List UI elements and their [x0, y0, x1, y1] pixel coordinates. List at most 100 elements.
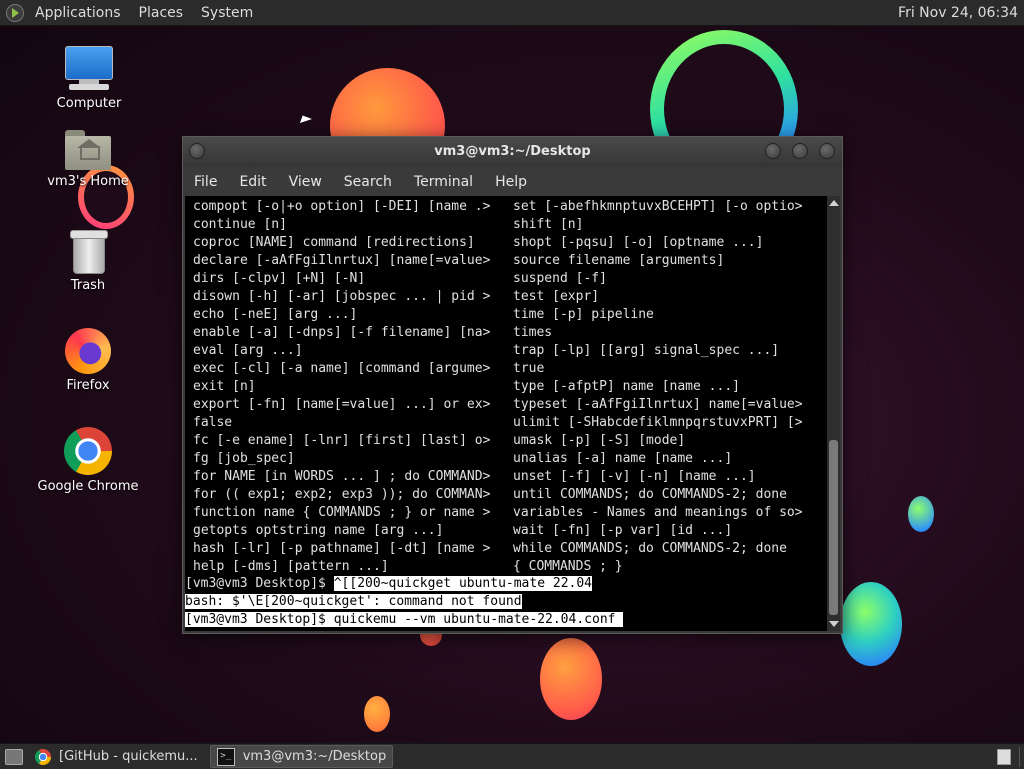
panel-separator [1019, 746, 1020, 767]
desktop-icon-label: Trash [70, 278, 106, 293]
minimize-button[interactable] [765, 143, 781, 159]
help-entry-left: exec [-cl] [-a name] [command [argume> [193, 361, 491, 376]
help-entry-left: false [193, 415, 233, 430]
menu-view[interactable]: View [278, 174, 333, 190]
desktop-icon-firefox[interactable]: Firefox [33, 328, 143, 393]
chrome-icon [64, 427, 112, 475]
help-entry-right: { COMMANDS ; } [513, 559, 623, 574]
desktop-icon-trash[interactable]: Trash [33, 230, 143, 293]
terminal-line: enable [-a] [-dnps] [-f filename] [na> ti… [193, 324, 827, 342]
terminal-line: hash [-lr] [-p pathname] [-dt] [name > wh… [193, 540, 827, 558]
terminal-line: compopt [-o|+o option] [-DEI] [name .> se… [193, 198, 827, 216]
help-entry-right: ulimit [-SHabcdefiklmnpqrstuvxPRT] [> [513, 415, 803, 430]
help-entry-right: unalias [-a] name [name ...] [513, 451, 733, 466]
help-entry-right: time [-p] pipeline [513, 307, 654, 322]
terminal-line: export [-fn] [name[=value] ...] or ex> ty… [193, 396, 827, 414]
help-entry-right: set [-abefhkmnptuvxBCEHPT] [-o optio> [513, 199, 803, 214]
help-listing: compopt [-o|+o option] [-DEI] [name .> se… [193, 198, 827, 576]
terminal-line: fg [job_spec] unalias [-a] name [name ...… [193, 450, 827, 468]
terminal-menubar: File Edit View Search Terminal Help [183, 167, 842, 196]
terminal-line: eval [arg ...] trap [-lp] [[arg] signal_s… [193, 342, 827, 360]
desktop-icon-label: Google Chrome [37, 479, 139, 494]
taskbar-item-terminal[interactable]: >_ vm3@vm3:~/Desktop [209, 745, 394, 768]
terminal-line: for (( exp1; exp2; exp3 )); do COMMAN> un… [193, 486, 827, 504]
menu-search[interactable]: Search [333, 174, 403, 190]
desktop-icon-chrome[interactable]: Google Chrome [33, 427, 143, 494]
workspace-switcher[interactable] [997, 748, 1011, 765]
menu-places[interactable]: Places [130, 5, 193, 21]
help-entry-right: type [-afptP] name [name ...] [513, 379, 740, 394]
wallpaper-shape [840, 582, 902, 666]
help-entry-left: echo [-neE] [arg ...] [193, 307, 358, 322]
top-panel: Applications Places System Fri Nov 24, 0… [0, 0, 1024, 26]
terminal-line: disown [-h] [-ar] [jobspec ... | pid > te… [193, 288, 827, 306]
bottom-panel: [GitHub - quickemu... >_ vm3@vm3:~/Deskt… [0, 743, 1024, 769]
terminal-scrollbar[interactable] [827, 196, 840, 631]
desktop-icon-computer[interactable]: Computer [34, 46, 144, 111]
menu-applications[interactable]: Applications [26, 5, 130, 21]
terminal-line: [vm3@vm3 Desktop]$ ^[[200~quickget ubunt… [185, 575, 827, 593]
home-folder-icon [65, 130, 111, 170]
show-desktop-icon[interactable] [5, 748, 23, 765]
help-entry-left: enable [-a] [-dnps] [-f filename] [na> [193, 325, 491, 340]
menu-edit[interactable]: Edit [228, 174, 277, 190]
help-entry-right: umask [-p] [-S] [mode] [513, 433, 686, 448]
scroll-up-icon[interactable] [829, 200, 839, 206]
help-entry-right: times [513, 325, 553, 340]
help-entry-left: for NAME [in WORDS ... ] ; do COMMAND> [193, 469, 491, 484]
help-entry-left: dirs [-clpv] [+N] [-N] [193, 271, 366, 286]
help-entry-right: variables - Names and meanings of so> [513, 505, 803, 520]
terminal-line: help [-dms] [pattern ...] { COMMANDS ; } [193, 558, 827, 576]
help-entry-left: fc [-e ename] [-lnr] [first] [last] o> [193, 433, 491, 448]
menu-terminal[interactable]: Terminal [403, 174, 484, 190]
help-entry-left: eval [arg ...] [193, 343, 303, 358]
terminal-line: echo [-neE] [arg ...] time [-p] pipeline [193, 306, 827, 324]
wallpaper-shape [540, 638, 602, 720]
panel-clock[interactable]: Fri Nov 24, 06:34 [898, 5, 1024, 21]
pasted-command: ^[[200~quickget ubuntu-mate 22.04 [333, 576, 592, 591]
terminal-line: declare [-aAfFgiIlnrtux] [name[=value> so… [193, 252, 827, 270]
scrollbar-thumb[interactable] [829, 440, 838, 615]
menu-help[interactable]: Help [484, 174, 538, 190]
help-entry-right: unset [-f] [-v] [-n] [name ...] [513, 469, 756, 484]
help-entry-left: export [-fn] [name[=value] ...] or ex> [193, 397, 491, 412]
terminal-line: getopts optstring name [arg ...] wait [-f… [193, 522, 827, 540]
menu-system[interactable]: System [192, 5, 262, 21]
taskbar-item-label: vm3@vm3:~/Desktop [242, 749, 387, 764]
menu-file[interactable]: File [183, 174, 228, 190]
desktop-icon-home[interactable]: vm3's Home [33, 130, 143, 189]
scroll-down-icon[interactable] [829, 621, 839, 627]
window-title: vm3@vm3:~/Desktop [434, 144, 591, 159]
help-entry-left: getopts optstring name [arg ...] [193, 523, 444, 538]
terminal-line: for NAME [in WORDS ... ] ; do COMMAND> un… [193, 468, 827, 486]
desktop-icon-label: vm3's Home [47, 174, 129, 189]
help-entry-right: shopt [-pqsu] [-o] [optname ...] [513, 235, 764, 250]
terminal-line: coproc [NAME] command [redirections] shop… [193, 234, 827, 252]
distro-logo-icon[interactable] [6, 3, 24, 22]
terminal-line: [vm3@vm3 Desktop]$ quickemu --vm ubuntu-… [185, 611, 827, 629]
help-entry-right: true [513, 361, 545, 376]
desktop-icon-label: Firefox [66, 378, 110, 393]
terminal-line: continue [n] shift [n] [193, 216, 827, 234]
current-command: [vm3@vm3 Desktop]$ quickemu --vm ubuntu-… [185, 612, 624, 627]
taskbar-item-chrome[interactable]: [GitHub - quickemu... [29, 746, 204, 767]
help-entry-left: help [-dms] [pattern ...] [193, 559, 389, 574]
close-button[interactable] [819, 143, 835, 159]
trash-icon [70, 230, 108, 274]
help-entry-left: disown [-h] [-ar] [jobspec ... | pid > [193, 289, 491, 304]
maximize-button[interactable] [792, 143, 808, 159]
firefox-icon [65, 328, 111, 374]
error-output: bash: $'\E[200~quickget': command not fo… [185, 594, 522, 609]
help-entry-left: fg [job_spec] [193, 451, 295, 466]
help-entry-right: test [expr] [513, 289, 600, 304]
help-entry-right: until COMMANDS; do COMMANDS-2; done [513, 487, 787, 502]
terminal-output[interactable]: compopt [-o|+o option] [-DEI] [name .> se… [185, 196, 827, 631]
help-entry-right: trap [-lp] [[arg] signal_spec ...] [513, 343, 780, 358]
help-entry-left: hash [-lr] [-p pathname] [-dt] [name > [193, 541, 491, 556]
window-titlebar[interactable]: vm3@vm3:~/Desktop [183, 137, 842, 167]
window-menu-icon[interactable] [189, 143, 205, 159]
chrome-icon [35, 748, 51, 765]
help-entry-right: typeset [-aAfFgiIlnrtux] name[=value> [513, 397, 803, 412]
wallpaper-shape [908, 496, 934, 532]
computer-icon [65, 46, 113, 92]
